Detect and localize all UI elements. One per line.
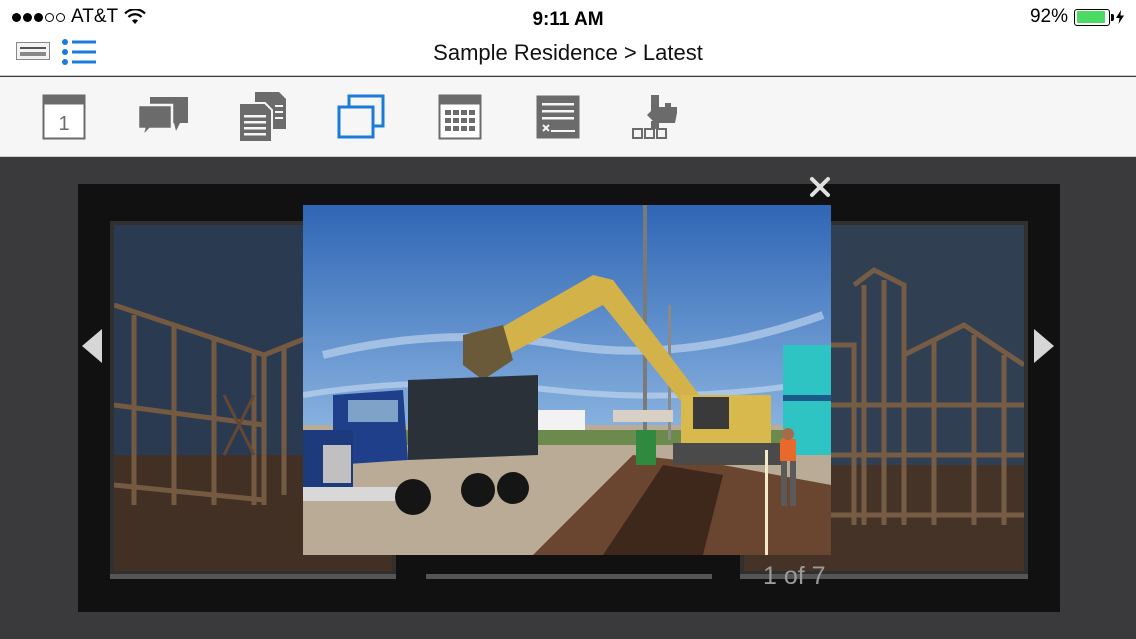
status-right: 92%: [1030, 6, 1124, 28]
tab-photos[interactable]: [331, 89, 391, 145]
tab-signoff[interactable]: [528, 89, 588, 145]
page-title: Sample Residence > Latest: [433, 40, 703, 65]
nav-bar: Sample Residence > Latest: [0, 34, 1136, 76]
calendar-day-icon: 1: [42, 94, 86, 140]
calendar-day-number: 1: [58, 113, 69, 135]
tab-messages[interactable]: [133, 89, 193, 145]
calendar-grid-icon: [438, 94, 482, 140]
tab-calendar-day[interactable]: 1: [34, 89, 94, 145]
photo-viewer: 1 of 7: [76, 177, 1060, 612]
current-photo[interactable]: [303, 205, 831, 555]
chevron-right-icon: [1034, 329, 1054, 363]
photo-counter: 1 of 7: [763, 562, 826, 590]
tab-documents[interactable]: [232, 89, 292, 145]
tab-selections[interactable]: [627, 89, 687, 145]
chat-bubbles-icon: [136, 97, 188, 139]
previous-photo-button[interactable]: [76, 316, 108, 376]
battery-percent: 92%: [1029, 6, 1068, 27]
documents-icon: [238, 92, 286, 143]
status-time: 9:11 AM: [532, 9, 604, 30]
thumb-strip-left: [110, 574, 396, 579]
battery-icon: [1074, 8, 1114, 26]
close-button[interactable]: [807, 174, 833, 200]
close-icon: [810, 177, 830, 197]
photo-viewer-area: 1 of 7: [0, 158, 1136, 639]
hand-select-icon: [632, 95, 677, 139]
thumb-strip-center: [426, 574, 712, 579]
toolbar: 1: [0, 77, 1136, 157]
chevron-left-icon: [82, 329, 102, 363]
charging-bolt-icon: [1116, 10, 1124, 24]
next-photo-button[interactable]: [1028, 316, 1060, 376]
status-bar: AT&T 9:11 AM 92%: [0, 0, 1136, 34]
photos-icon: [337, 94, 385, 139]
signature-form-icon: [536, 95, 580, 139]
tab-schedule[interactable]: [430, 89, 490, 145]
